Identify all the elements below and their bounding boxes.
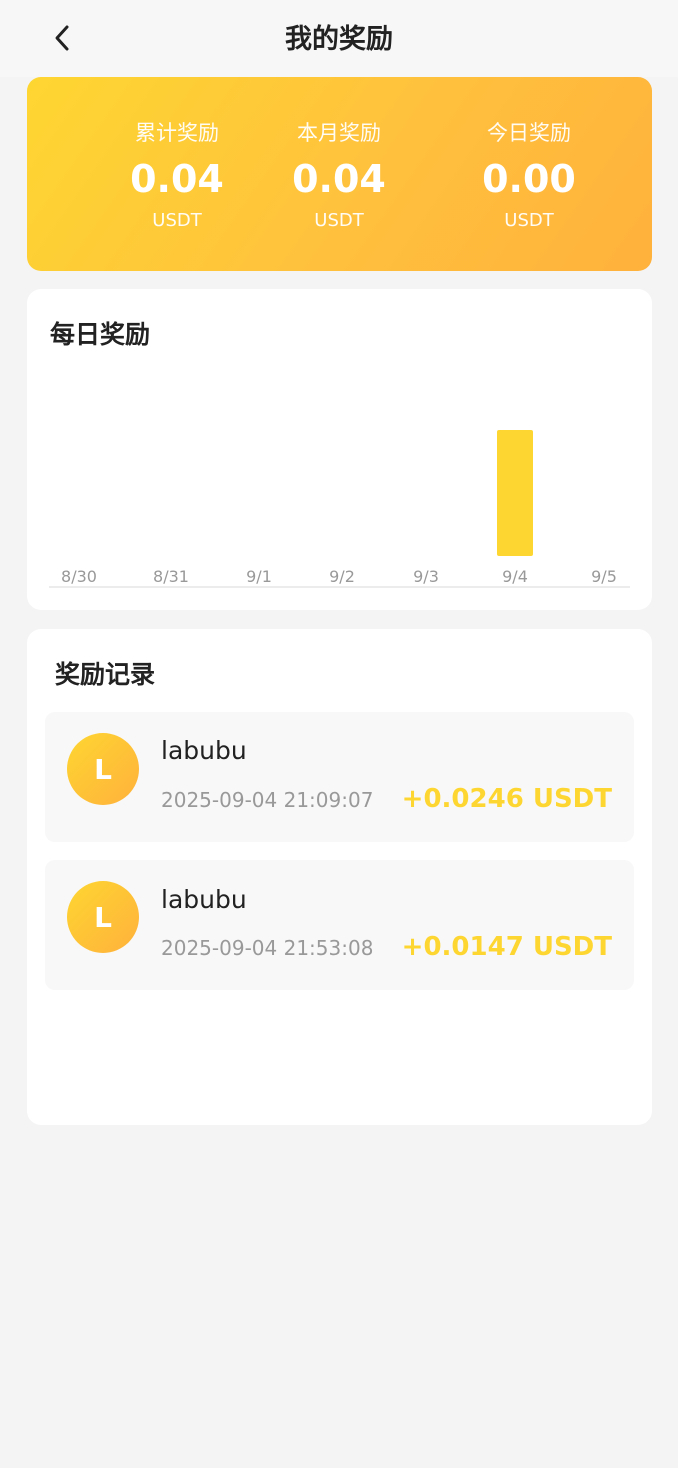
page-title: 我的奖励 — [285, 24, 393, 55]
record-name: labubu — [161, 885, 247, 914]
stat-value: 0.00 — [482, 157, 576, 201]
record-name: labubu — [161, 736, 247, 765]
stat-value: 0.04 — [292, 157, 386, 201]
daily-reward-chart: 8/30 8/31 9/1 9/2 9/3 9/4 9/5 — [49, 430, 630, 588]
top-nav-bar: 我的奖励 — [0, 0, 678, 77]
stat-label: 今日奖励 — [487, 121, 571, 145]
avatar: L — [67, 733, 139, 805]
record-time: 2025-09-04 21:09:07 — [161, 788, 374, 812]
stat-unit: USDT — [314, 210, 364, 231]
stat-unit: USDT — [504, 210, 554, 231]
reward-records-title: 奖励记录 — [55, 660, 156, 689]
stat-label: 本月奖励 — [297, 121, 381, 145]
daily-reward-card: 每日奖励 8/30 8/31 9/1 9/2 9/3 9/4 9/5 — [27, 289, 652, 610]
x-tick-label: 9/1 — [246, 567, 272, 586]
record-time: 2025-09-04 21:53:08 — [161, 936, 374, 960]
record-amount: +0.0147 USDT — [401, 932, 612, 962]
x-tick-label: 9/2 — [329, 567, 355, 586]
reward-summary-card: 累计奖励 0.04 USDT 本月奖励 0.04 USDT 今日奖励 0.00 … — [27, 77, 652, 271]
list-item[interactable]: L labubu 2025-09-04 21:09:07 +0.0246 USD… — [45, 712, 634, 842]
record-amount: +0.0246 USDT — [401, 784, 612, 814]
x-tick-label: 8/30 — [61, 567, 97, 586]
x-tick-label: 9/5 — [591, 567, 617, 586]
chart-bar-9/4 — [497, 430, 533, 556]
list-item[interactable]: L labubu 2025-09-04 21:53:08 +0.0147 USD… — [45, 860, 634, 990]
x-tick-label: 9/4 — [502, 567, 528, 586]
x-tick-label: 8/31 — [153, 567, 189, 586]
avatar: L — [67, 881, 139, 953]
reward-records-card: 奖励记录 L labubu 2025-09-04 21:09:07 +0.024… — [27, 629, 652, 1125]
x-tick-label: 9/3 — [413, 567, 439, 586]
